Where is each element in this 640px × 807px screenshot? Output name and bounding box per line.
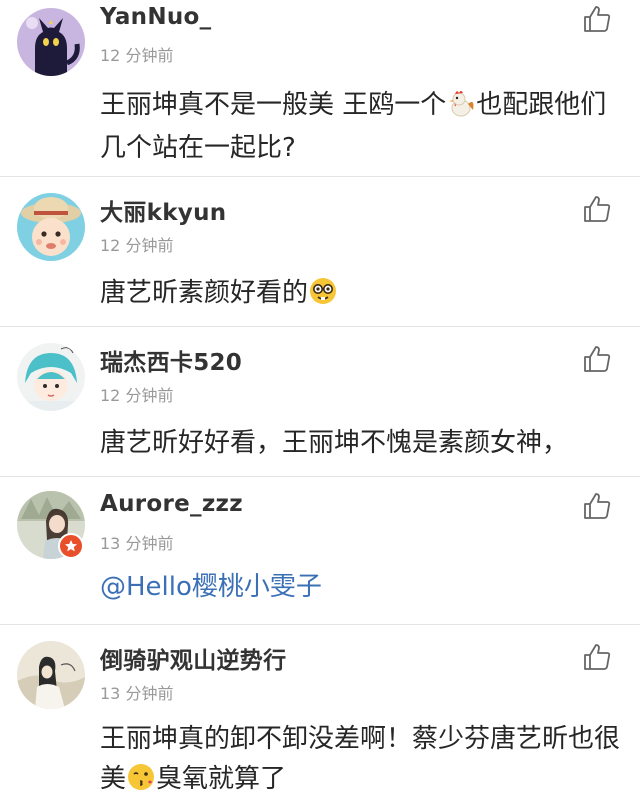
user-avatar[interactable] bbox=[17, 193, 85, 261]
username[interactable]: 大丽kkyun bbox=[100, 193, 226, 227]
comment-list: YanNuo_ 12 分钟前 王丽坤真不是一般美 王鸥一个 也配跟他们几个站在一起… bbox=[0, 0, 640, 807]
username[interactable]: 倒骑驴观山逆势行 bbox=[100, 641, 286, 675]
comment-item: 瑞杰西卡520 12 分钟前 唐艺昕好好看，王丽坤不愧是素颜女神， bbox=[0, 327, 640, 477]
star-badge bbox=[58, 533, 84, 559]
mention-link[interactable]: @Hello樱桃小雯子 bbox=[100, 569, 620, 606]
black-cat-avatar bbox=[17, 8, 85, 76]
comment-item: Aurore_zzz 13 分钟前 @Hello樱桃小雯子 bbox=[0, 477, 640, 625]
cartoon-girl-avatar bbox=[17, 343, 85, 411]
timestamp: 12 分钟前 bbox=[100, 236, 174, 255]
timestamp: 13 分钟前 bbox=[100, 534, 174, 553]
username[interactable]: Aurore_zzz bbox=[100, 491, 243, 517]
timestamp: 12 分钟前 bbox=[100, 386, 174, 405]
user-avatar[interactable] bbox=[17, 8, 85, 76]
kissing-face-emoji bbox=[126, 762, 156, 804]
comment-text: 唐艺昕好好看，王丽坤不愧是素颜女神， bbox=[100, 428, 569, 458]
username[interactable]: YanNuo_ bbox=[100, 4, 211, 30]
thumbs-up-icon[interactable] bbox=[582, 642, 612, 672]
user-avatar[interactable] bbox=[17, 343, 85, 411]
thumbs-up-icon[interactable] bbox=[582, 4, 612, 34]
thumbs-up-icon[interactable] bbox=[582, 491, 612, 521]
baby-in-hat-avatar bbox=[17, 193, 85, 261]
rooster-emoji bbox=[446, 88, 476, 129]
thumbs-up-icon[interactable] bbox=[582, 194, 612, 224]
comment-item: 大丽kkyun 12 分钟前 唐艺昕素颜好看的 bbox=[0, 177, 640, 327]
comment-item: 倒骑驴观山逆势行 13 分钟前 王丽坤真的卸不卸没差啊！蔡少芬唐艺昕也很美 臭氧就… bbox=[0, 625, 640, 807]
comment-text: 王丽坤真不是一般美 王鸥一个 也配跟他们几个站在一起比? bbox=[100, 88, 607, 163]
nerd-face-emoji bbox=[308, 276, 338, 317]
comment-text: 王丽坤真的卸不卸没差啊！蔡少芬唐艺昕也很美 臭氧就算了 bbox=[100, 719, 620, 804]
thumbs-up-icon[interactable] bbox=[582, 344, 612, 374]
user-avatar[interactable] bbox=[17, 641, 85, 709]
star-icon bbox=[65, 540, 77, 552]
comment-text: 唐艺昕素颜好看的 bbox=[100, 275, 620, 317]
timestamp: 12 分钟前 bbox=[100, 46, 174, 65]
ink-painting-avatar bbox=[17, 641, 85, 709]
comment-item: YanNuo_ 12 分钟前 王丽坤真不是一般美 王鸥一个 也配跟他们几个站在一起… bbox=[0, 0, 640, 177]
timestamp: 13 分钟前 bbox=[100, 684, 174, 703]
username[interactable]: 瑞杰西卡520 bbox=[100, 343, 242, 377]
